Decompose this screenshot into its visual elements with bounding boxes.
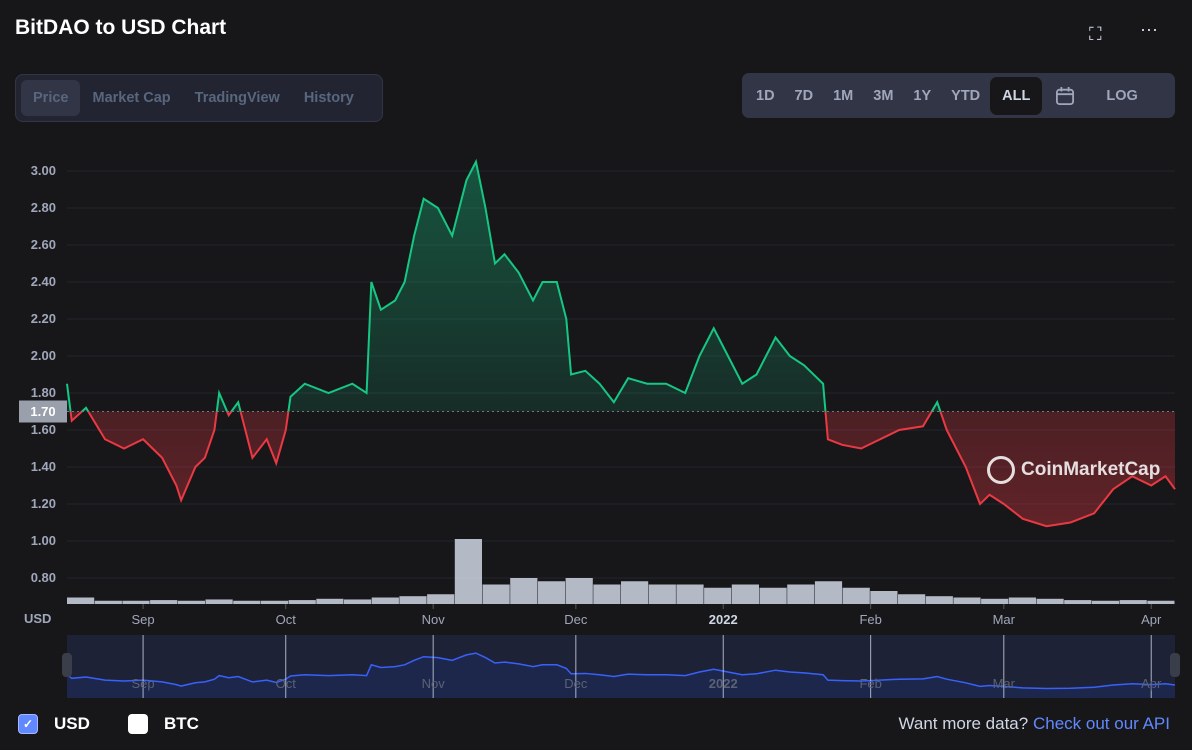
- volume-bar: [94, 600, 122, 604]
- volume-bar: [177, 600, 205, 604]
- volume-bar: [1091, 600, 1120, 604]
- cmc-logo-icon: [987, 456, 1015, 484]
- coinmarketcap-watermark: CoinMarketCap: [987, 456, 1160, 484]
- x-tick-label: Mar: [992, 612, 1015, 627]
- volume-bar: [316, 598, 344, 604]
- volume-bar: [1064, 600, 1092, 604]
- volume-bar: [814, 581, 843, 604]
- x-tick-label: Oct: [275, 612, 296, 627]
- navigator-right-handle[interactable]: [1170, 653, 1180, 677]
- volume-bar: [454, 539, 482, 604]
- currency-label: USD: [24, 611, 52, 626]
- btc-label: BTC: [164, 714, 199, 733]
- navigator-tick-label: Apr: [1141, 676, 1162, 691]
- price-chart: [19, 158, 1180, 698]
- volume-bar: [399, 596, 427, 604]
- x-tick-label: Apr: [1141, 612, 1162, 627]
- volume-bar: [1008, 597, 1036, 604]
- navigator-tick-label: Dec: [564, 676, 588, 691]
- navigator-tick-label: Feb: [859, 676, 882, 691]
- volume-bar: [233, 600, 261, 604]
- volume-bar: [260, 600, 289, 604]
- volume-bar: [731, 584, 759, 604]
- volume-bar: [565, 578, 593, 604]
- volume-bar: [122, 600, 150, 604]
- legend-usd[interactable]: ✓ USD: [18, 714, 90, 734]
- legend-btc[interactable]: BTC: [128, 714, 199, 734]
- y-tick-label: 2.80: [30, 200, 56, 215]
- y-tick-label: 1.40: [30, 459, 56, 474]
- navigator-left-handle[interactable]: [62, 653, 72, 677]
- x-tick-label: Sep: [131, 612, 155, 627]
- usd-checkbox[interactable]: ✓: [18, 714, 38, 734]
- y-tick-label: 1.20: [30, 496, 56, 511]
- volume-bar: [870, 591, 898, 604]
- navigator-tick-label: Nov: [421, 676, 445, 691]
- volume-bar: [953, 597, 981, 604]
- volume-bar: [898, 594, 926, 604]
- navigator-tick-label: 2022: [708, 676, 738, 691]
- api-promo: Want more data? Check out our API: [898, 714, 1170, 734]
- y-tick-label: 2.60: [30, 237, 56, 252]
- y-tick-label: 3.00: [30, 163, 56, 178]
- volume-bar: [205, 599, 233, 604]
- volume-bar: [593, 584, 621, 604]
- x-tick-label: Nov: [421, 612, 445, 627]
- baseline-label: 1.70: [30, 403, 56, 419]
- volume-bar: [787, 584, 815, 604]
- volume-bar: [648, 584, 676, 604]
- y-tick-label: 2.00: [30, 348, 56, 363]
- volume-bar: [537, 581, 566, 604]
- y-tick-label: 2.40: [30, 274, 56, 289]
- volume-bar: [150, 600, 178, 604]
- usd-label: USD: [54, 714, 90, 733]
- y-tick-label: 0.80: [30, 570, 56, 585]
- navigator-tick-label: Mar: [992, 676, 1015, 691]
- api-link[interactable]: Check out our API: [1033, 714, 1170, 733]
- volume-bar: [842, 587, 870, 604]
- volume-bar: [67, 597, 95, 604]
- volume-bar: [1119, 600, 1147, 604]
- volume-bar: [482, 584, 510, 604]
- volume-bar: [981, 598, 1009, 604]
- volume-bar: [427, 594, 455, 604]
- volume-bar: [925, 596, 953, 604]
- btc-checkbox[interactable]: [128, 714, 148, 734]
- volume-bar: [676, 584, 704, 604]
- volume-bar: [759, 587, 787, 604]
- volume-bar: [1147, 600, 1175, 604]
- y-tick-label: 2.20: [30, 311, 56, 326]
- y-tick-label: 1.80: [30, 385, 56, 400]
- y-tick-label: 1.00: [30, 533, 56, 548]
- watermark-text: CoinMarketCap: [1021, 459, 1161, 480]
- y-tick-label: 1.60: [30, 422, 56, 437]
- volume-bar: [621, 581, 649, 604]
- volume-bar: [510, 578, 538, 604]
- volume-bar: [1036, 598, 1064, 604]
- x-tick-label: Feb: [859, 612, 882, 627]
- x-tick-label: Dec: [564, 612, 588, 627]
- navigator-tick-label: Sep: [131, 676, 155, 691]
- x-tick-label: 2022: [708, 612, 738, 627]
- volume-bar: [344, 599, 372, 604]
- volume-bar: [704, 587, 732, 604]
- api-text: Want more data?: [898, 714, 1029, 733]
- volume-bar: [371, 597, 399, 604]
- volume-bar: [288, 600, 316, 604]
- navigator-tick-label: Oct: [275, 676, 296, 691]
